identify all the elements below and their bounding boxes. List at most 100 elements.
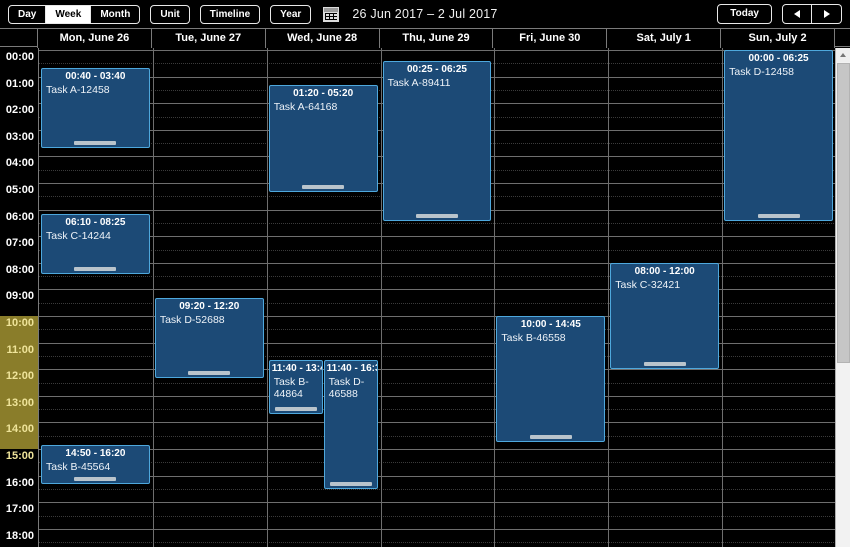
calendar-event[interactable]: 11:40 - 13:40Task B-44864 bbox=[268, 360, 323, 414]
hour-gridline bbox=[39, 262, 850, 264]
calendar-icon[interactable] bbox=[323, 6, 340, 22]
time-gutter: 00:00 01:00 02:00 03:00 04:00 05:00 06:00 07:00… bbox=[0, 48, 38, 547]
calendar-event[interactable]: 11:40 - 16:30Task D-46588 bbox=[323, 360, 378, 489]
hour-label: 06:00 bbox=[5, 210, 34, 223]
hour-label: 13:00 bbox=[5, 396, 34, 409]
date-nav-group bbox=[782, 4, 842, 24]
view-button-unit[interactable]: Unit bbox=[150, 4, 190, 24]
hour-label: 07:00 bbox=[5, 237, 34, 250]
hour-label: 17:00 bbox=[5, 503, 34, 516]
scrollbar-thumb[interactable] bbox=[837, 63, 850, 363]
event-resize-handle[interactable] bbox=[74, 477, 117, 482]
hour-label: 14:00 bbox=[5, 423, 34, 436]
calendar-event[interactable]: 14:50 - 16:20 Task B-45564 bbox=[41, 444, 150, 485]
event-resize-handle[interactable] bbox=[529, 435, 572, 440]
event-time: 08:00 - 12:00 bbox=[634, 265, 695, 277]
event-time: 00:00 - 06:25 bbox=[748, 53, 809, 64]
toolbar-right-controls: Today bbox=[717, 4, 842, 24]
calendar-event[interactable]: 10:00 - 14:45 Task B-46558 bbox=[496, 316, 606, 443]
scheduler-app: Day Week Month Unit Timeline Year 26 Jun… bbox=[0, 0, 850, 547]
event-resize-handle[interactable] bbox=[188, 371, 231, 376]
event-resize-handle[interactable] bbox=[74, 140, 117, 145]
calendar-event[interactable]: 08:00 - 12:00 Task C-32421 bbox=[610, 262, 720, 370]
week-calendar: Mon, June 26 Tue, June 27 Wed, June 28 Thu,… bbox=[0, 28, 850, 547]
view-button-week[interactable]: Week bbox=[46, 4, 92, 24]
event-resize-handle[interactable] bbox=[302, 184, 345, 189]
event-time: 14:50 - 16:20 bbox=[65, 447, 126, 459]
hour-label: 09:00 bbox=[5, 290, 34, 303]
hour-gridline bbox=[39, 475, 850, 477]
half-hour-gridline bbox=[39, 222, 850, 224]
half-hour-gridline bbox=[39, 462, 850, 464]
event-title: Task C-32421 bbox=[615, 278, 681, 291]
day-header[interactable]: Mon, June 26 bbox=[38, 29, 152, 48]
hour-label: 16:00 bbox=[5, 476, 34, 489]
day-header[interactable]: Tue, June 27 bbox=[151, 29, 266, 48]
day-header[interactable]: Sun, July 2 bbox=[721, 29, 835, 48]
event-time: 09:20 - 12:20 bbox=[179, 301, 240, 313]
half-hour-gridline bbox=[39, 435, 850, 437]
day-column-divider bbox=[266, 48, 268, 547]
time-grid[interactable]: 00:40 - 03:40 Task A-12458 06:10 - 08:25 Ta… bbox=[38, 48, 850, 547]
calendar-body: 00:00 01:00 02:00 03:00 04:00 05:00 06:00 07:00… bbox=[0, 48, 850, 547]
event-time: 00:25 - 06:25 bbox=[406, 64, 467, 76]
event-title: Task B-44864 bbox=[273, 376, 309, 401]
scroll-up-button[interactable] bbox=[836, 48, 850, 62]
day-header[interactable]: Fri, June 30 bbox=[493, 29, 608, 48]
event-time: 10:00 - 14:45 bbox=[520, 319, 581, 330]
next-button[interactable] bbox=[812, 4, 842, 24]
day-header[interactable]: Sat, July 1 bbox=[607, 29, 722, 48]
hour-label: 05:00 bbox=[5, 184, 34, 196]
day-header[interactable]: Thu, June 29 bbox=[379, 29, 494, 48]
calendar-event[interactable]: 00:25 - 06:25 Task A-89411 bbox=[382, 61, 492, 221]
event-title: Task B-45564 bbox=[46, 460, 111, 473]
event-title: Task C-14244 bbox=[46, 230, 111, 243]
view-button-day[interactable]: Day bbox=[8, 4, 47, 24]
header-corner bbox=[0, 29, 38, 48]
view-button-month[interactable]: Month bbox=[91, 4, 141, 24]
day-header-row: Mon, June 26 Tue, June 27 Wed, June 28 Thu,… bbox=[0, 28, 850, 48]
event-resize-handle[interactable] bbox=[329, 481, 372, 486]
event-resize-handle[interactable] bbox=[757, 213, 800, 218]
event-resize-handle[interactable] bbox=[643, 362, 686, 367]
day-header[interactable]: Wed, June 28 bbox=[265, 29, 380, 48]
day-column-divider bbox=[152, 48, 154, 547]
view-switcher: Day Week Month bbox=[8, 4, 141, 24]
hour-label: 03:00 bbox=[5, 130, 34, 143]
hour-gridline bbox=[39, 422, 850, 424]
hour-gridline bbox=[39, 449, 850, 450]
vertical-scrollbar[interactable] bbox=[835, 48, 850, 547]
event-resize-handle[interactable] bbox=[274, 406, 317, 411]
event-title: Task D-52688 bbox=[159, 314, 225, 327]
hour-label: 18:00 bbox=[5, 529, 34, 542]
event-time: 01:20 - 05:20 bbox=[293, 88, 354, 100]
event-title: Task A-64168 bbox=[273, 101, 338, 114]
chevron-left-icon bbox=[794, 10, 800, 18]
event-title: Task B-46558 bbox=[501, 332, 566, 344]
calendar-event[interactable]: 06:10 - 08:25 Task C-14244 bbox=[41, 214, 150, 274]
event-time: 06:10 - 08:25 bbox=[65, 217, 126, 229]
today-button[interactable]: Today bbox=[717, 4, 772, 24]
hour-label: 12:00 bbox=[5, 370, 34, 383]
calendar-event[interactable]: 09:20 - 12:20 Task D-52688 bbox=[154, 298, 264, 379]
half-hour-gridline bbox=[39, 249, 850, 251]
view-button-timeline[interactable]: Timeline bbox=[199, 4, 261, 24]
event-time: 00:40 - 03:40 bbox=[65, 70, 126, 82]
event-resize-handle[interactable] bbox=[74, 266, 117, 271]
day-column-divider bbox=[380, 48, 382, 547]
hour-gridline bbox=[39, 395, 850, 397]
hour-label: 04:00 bbox=[5, 157, 34, 170]
calendar-event[interactable]: 00:40 - 03:40 Task A-12458 bbox=[41, 67, 150, 148]
hour-gridline bbox=[39, 528, 850, 530]
calendar-event[interactable]: 00:00 - 06:25 Task D-12458 bbox=[724, 50, 833, 221]
view-button-year[interactable]: Year bbox=[270, 4, 312, 24]
prev-button[interactable] bbox=[782, 4, 812, 24]
event-time: 11:40 - 13:40 bbox=[271, 363, 322, 375]
half-hour-gridline bbox=[39, 542, 850, 544]
hour-gridline bbox=[39, 289, 850, 291]
event-resize-handle[interactable] bbox=[415, 213, 458, 218]
hour-label: 08:00 bbox=[5, 263, 34, 276]
half-hour-gridline bbox=[39, 488, 850, 490]
chevron-right-icon bbox=[823, 10, 830, 18]
calendar-event[interactable]: 01:20 - 05:20 Task A-64168 bbox=[268, 85, 378, 192]
